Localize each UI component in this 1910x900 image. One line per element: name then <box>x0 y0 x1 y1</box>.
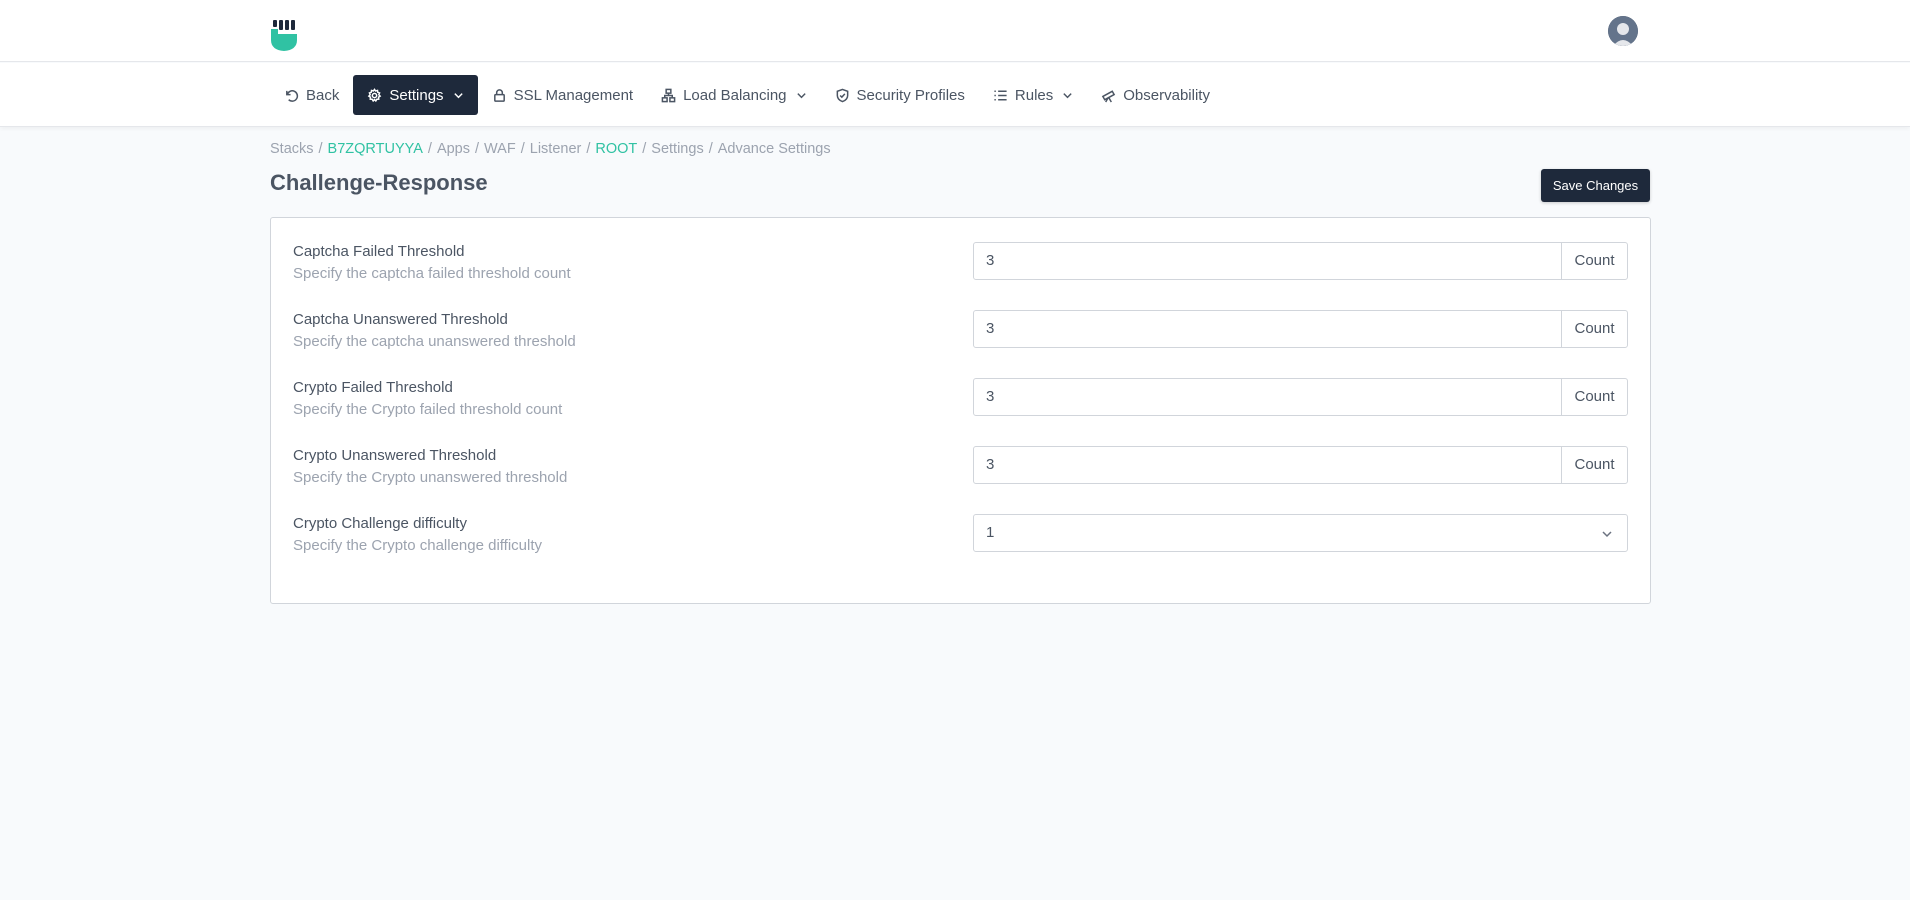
nav-rules[interactable]: Rules <box>979 75 1087 115</box>
nav-ssl-label: SSL Management <box>513 86 634 104</box>
chevron-down-icon <box>1063 92 1072 98</box>
field-row-crypto-failed: Crypto Failed Threshold Specify the Cryp… <box>293 376 1629 426</box>
nav-security-profiles[interactable]: Security Profiles <box>821 75 979 115</box>
breadcrumb-advance-settings: Advance Settings <box>717 141 831 157</box>
chevron-down-icon <box>1602 531 1612 538</box>
input-suffix: Count <box>1574 456 1615 473</box>
page-title: Challenge-Response <box>270 170 488 195</box>
breadcrumb-apps[interactable]: Apps <box>437 141 470 157</box>
field-label: Crypto Unanswered Threshold <box>293 447 497 464</box>
crypto-failed-threshold-input[interactable]: 3 Count <box>973 378 1628 416</box>
breadcrumb-separator: / <box>586 141 591 157</box>
input-value[interactable]: 3 <box>974 379 1562 415</box>
telescope-icon <box>1102 89 1116 102</box>
field-description: Specify the captcha failed threshold cou… <box>293 265 571 282</box>
field-description: Specify the captcha unanswered threshold <box>293 333 576 350</box>
user-avatar[interactable] <box>1608 16 1638 46</box>
crypto-unanswered-threshold-input[interactable]: 3 Count <box>973 446 1628 484</box>
nav-observability-label: Observability <box>1123 86 1210 104</box>
breadcrumb-waf[interactable]: WAF <box>484 141 516 157</box>
select-value: 1 <box>986 524 995 541</box>
nav-bar: Back Settings SSL Management Load Balanc… <box>0 63 1910 127</box>
breadcrumb-separator: / <box>318 141 323 157</box>
field-row-captcha-failed: Captcha Failed Threshold Specify the cap… <box>293 240 1629 290</box>
breadcrumb-separator: / <box>642 141 647 157</box>
input-suffix: Count <box>1574 252 1615 269</box>
field-label: Captcha Failed Threshold <box>293 243 465 260</box>
network-icon <box>661 88 676 102</box>
undo-icon <box>286 89 299 102</box>
breadcrumb-stacks[interactable]: Stacks <box>270 141 314 157</box>
top-bar <box>0 0 1910 62</box>
field-label: Crypto Failed Threshold <box>293 379 453 396</box>
shield-icon <box>836 88 848 102</box>
breadcrumb-separator: / <box>520 141 525 157</box>
field-row-crypto-unanswered: Crypto Unanswered Threshold Specify the … <box>293 444 1629 494</box>
app-logo[interactable] <box>270 20 298 51</box>
breadcrumb-settings[interactable]: Settings <box>651 141 703 157</box>
field-description: Specify the Crypto unanswered threshold <box>293 469 568 486</box>
nav-back[interactable]: Back <box>270 75 353 115</box>
breadcrumb-root[interactable]: ROOT <box>595 141 637 157</box>
field-row-captcha-unanswered: Captcha Unanswered Threshold Specify the… <box>293 308 1629 358</box>
input-suffix: Count <box>1574 320 1615 337</box>
breadcrumb-separator: / <box>427 141 432 157</box>
nav-ssl-management[interactable]: SSL Management <box>478 75 648 115</box>
lock-icon <box>493 88 505 102</box>
field-label: Captcha Unanswered Threshold <box>293 311 508 328</box>
breadcrumb-separator: / <box>708 141 713 157</box>
input-suffix: Count <box>1574 388 1615 405</box>
nav-settings-label: Settings <box>389 86 444 104</box>
chevron-down-icon <box>796 92 806 98</box>
field-description: Specify the Crypto failed threshold coun… <box>293 401 563 418</box>
save-changes-button[interactable]: Save Changes <box>1541 169 1650 202</box>
nav-load-balancing[interactable]: Load Balancing <box>647 75 820 115</box>
breadcrumb-stack-id[interactable]: B7ZQRTUYYA <box>328 141 423 157</box>
input-value[interactable]: 3 <box>974 447 1562 483</box>
nav-load-balancing-label: Load Balancing <box>683 86 787 104</box>
chevron-down-icon <box>453 92 463 98</box>
breadcrumb-separator: / <box>475 141 480 157</box>
captcha-failed-threshold-input[interactable]: 3 Count <box>973 242 1628 280</box>
field-label: Crypto Challenge difficulty <box>293 515 467 532</box>
settings-card: Captcha Failed Threshold Specify the cap… <box>270 217 1651 604</box>
gear-icon <box>368 87 382 102</box>
input-value[interactable]: 3 <box>974 311 1562 347</box>
crypto-challenge-difficulty-select[interactable]: 1 <box>973 514 1628 552</box>
field-description: Specify the Crypto challenge difficulty <box>293 537 543 554</box>
breadcrumb: Stacks / B7ZQRTUYYA / Apps / WAF / Listener / ROOT… <box>270 141 831 157</box>
main-nav: Back Settings SSL Management Load Balanc… <box>270 75 1224 115</box>
nav-rules-label: Rules <box>1014 86 1054 104</box>
nav-security-profiles-label: Security Profiles <box>856 86 965 104</box>
input-value[interactable]: 3 <box>974 243 1562 279</box>
nav-settings[interactable]: Settings <box>353 75 478 115</box>
list-icon <box>994 90 1007 100</box>
breadcrumb-listener[interactable]: Listener <box>530 141 582 157</box>
nav-back-label: Back <box>306 86 340 104</box>
captcha-unanswered-threshold-input[interactable]: 3 Count <box>973 310 1628 348</box>
nav-observability[interactable]: Observability <box>1087 75 1224 115</box>
field-row-crypto-difficulty: Crypto Challenge difficulty Specify the … <box>293 512 1629 562</box>
